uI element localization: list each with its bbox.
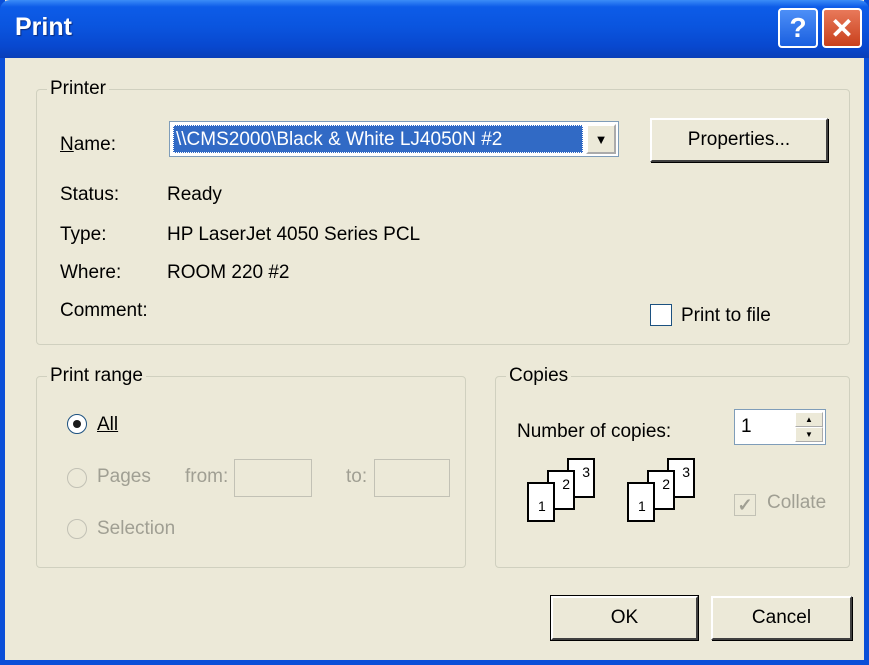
- type-value: HP LaserJet 4050 Series PCL: [167, 224, 421, 245]
- collate-page-1: 1: [527, 482, 555, 522]
- cancel-button-label: Cancel: [751, 607, 812, 628]
- number-of-copies-label: Number of copies:: [517, 421, 672, 442]
- ok-button-label: OK: [610, 607, 639, 628]
- properties-button-label: Properties...: [687, 129, 791, 150]
- collate-icon-2: 3 2 1: [619, 458, 709, 550]
- name-label: Name:: [60, 134, 116, 155]
- dialog-title: Print: [15, 13, 72, 41]
- where-label: Where:: [60, 262, 122, 283]
- comment-label: Comment:: [60, 300, 148, 321]
- printer-name-dropdown[interactable]: \\CMS2000\Black & White LJ4050N #2 ▼: [169, 121, 619, 157]
- spin-down-icon[interactable]: ▼: [795, 427, 823, 442]
- spin-up-icon[interactable]: ▲: [795, 412, 823, 427]
- title-bar[interactable]: Print ? ✕: [0, 0, 869, 58]
- radio-selection[interactable]: [67, 519, 87, 539]
- to-input[interactable]: [374, 459, 450, 497]
- chevron-down-icon[interactable]: ▼: [586, 124, 616, 154]
- all-label[interactable]: All: [97, 414, 118, 436]
- collate-page-1b: 1: [627, 482, 655, 522]
- type-label: Type:: [60, 224, 107, 245]
- collate-icon: 3 2 1: [519, 458, 609, 550]
- radio-pages[interactable]: [67, 468, 87, 488]
- from-input[interactable]: [234, 459, 312, 497]
- copies-stepper[interactable]: 1 ▲ ▼: [734, 409, 826, 445]
- cancel-button[interactable]: Cancel: [711, 596, 852, 640]
- ok-button[interactable]: OK: [550, 595, 699, 641]
- from-label: from:: [185, 466, 229, 487]
- radio-all[interactable]: [67, 414, 87, 434]
- collate-label[interactable]: Collate: [767, 492, 826, 514]
- help-button[interactable]: ?: [778, 8, 818, 48]
- close-button[interactable]: ✕: [822, 8, 862, 48]
- where-value: ROOM 220 #2: [167, 262, 290, 283]
- collate-checkbox[interactable]: ✓: [734, 494, 756, 516]
- to-label: to:: [346, 466, 368, 487]
- pages-label[interactable]: Pages: [97, 466, 151, 488]
- print-range-group-label: Print range: [47, 365, 146, 387]
- printer-name-value: \\CMS2000\Black & White LJ4050N #2: [173, 125, 583, 153]
- print-to-file-label[interactable]: Print to file: [681, 305, 771, 327]
- selection-label[interactable]: Selection: [97, 518, 175, 540]
- copies-group-label: Copies: [506, 365, 572, 387]
- printer-group-label: Printer: [47, 78, 109, 100]
- print-dialog: Print ? ✕ Printer Name: \\CMS2000\Black …: [0, 0, 869, 665]
- properties-button[interactable]: Properties...: [650, 118, 828, 162]
- copies-value: 1: [741, 416, 752, 437]
- status-label: Status:: [60, 184, 120, 205]
- print-to-file-checkbox[interactable]: [650, 304, 672, 326]
- status-value: Ready: [167, 184, 222, 205]
